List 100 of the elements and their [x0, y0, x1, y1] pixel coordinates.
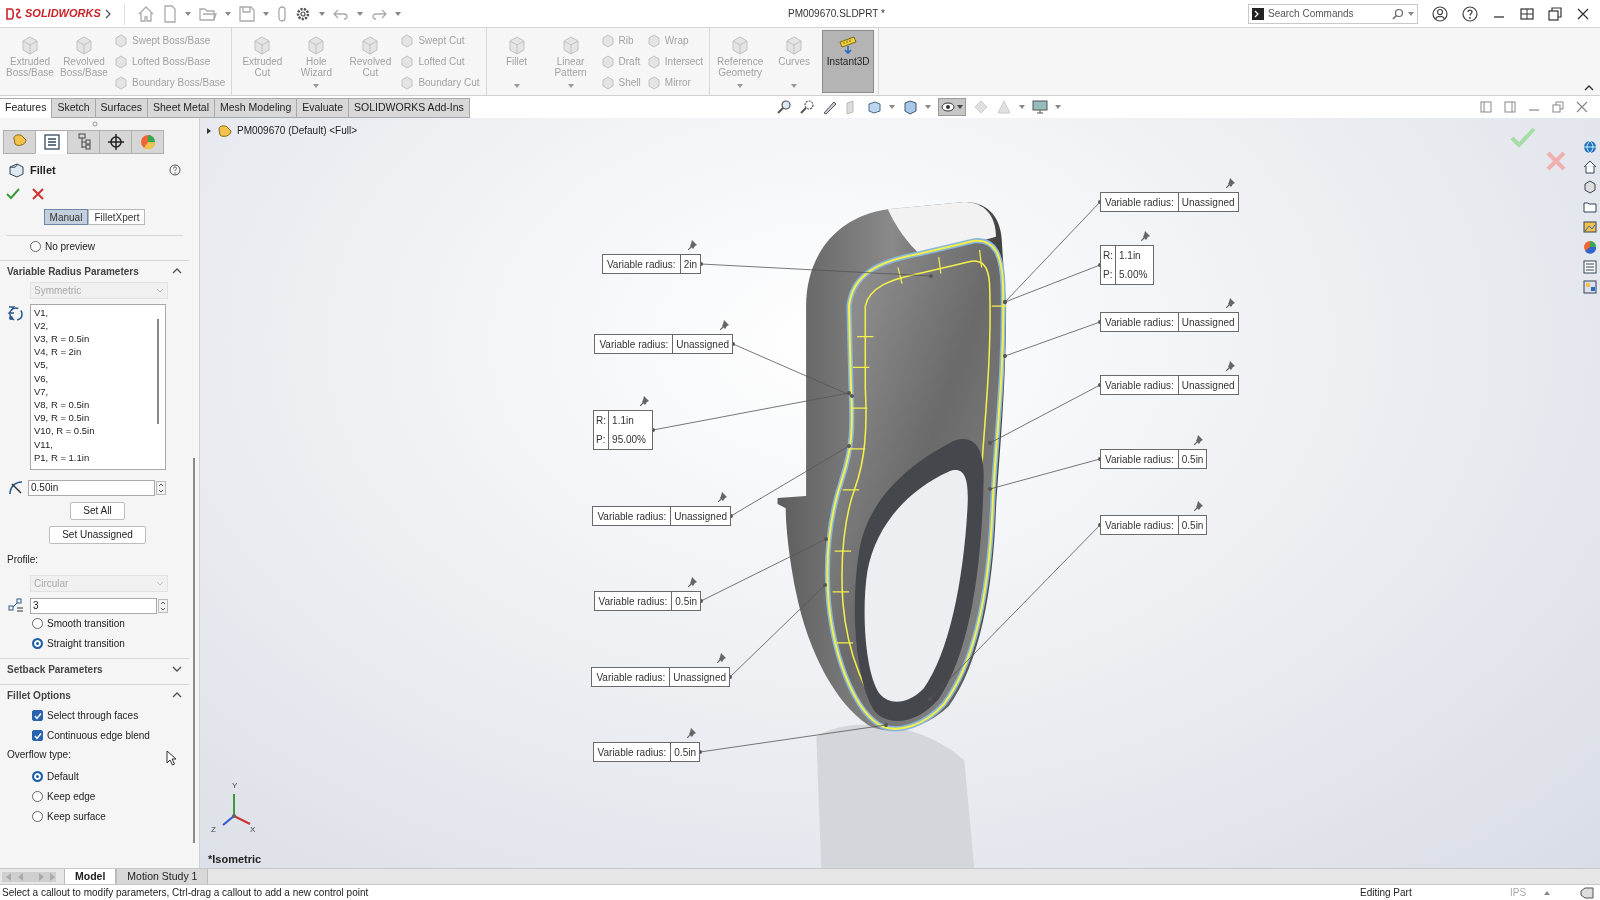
pin-icon[interactable]	[1225, 297, 1236, 308]
panel-right-icon[interactable]	[1504, 101, 1516, 113]
tab[interactable]: SOLIDWORKS Add-Ins	[348, 98, 470, 118]
panel-left-icon[interactable]	[1480, 101, 1492, 113]
hide-show-button[interactable]	[937, 98, 966, 116]
panel-tab[interactable]	[99, 130, 132, 154]
search-bar[interactable]: Search Commands	[1248, 3, 1418, 24]
radio-button[interactable]	[32, 618, 43, 629]
cube-icon[interactable]	[1583, 180, 1597, 194]
scrollbar-thumb[interactable]	[193, 458, 195, 843]
callout-value[interactable]: 2in	[679, 255, 700, 273]
list-item[interactable]: V2,	[34, 318, 165, 332]
action-button[interactable]: Set Unassigned	[49, 525, 146, 544]
callout-value[interactable]: Unassigned	[670, 507, 730, 525]
tab[interactable]: Mesh Modeling	[214, 98, 298, 118]
open-folder-icon[interactable]	[199, 5, 217, 22]
mode-tab[interactable]: FilletXpert	[88, 208, 146, 225]
callout-value[interactable]: 5.00%	[1115, 265, 1154, 284]
list-item[interactable]: V6,	[34, 371, 165, 385]
callout-value[interactable]: Unassigned	[1177, 376, 1238, 394]
radio-button[interactable]	[30, 241, 41, 252]
help-icon[interactable]	[1462, 5, 1478, 22]
folder-icon[interactable]	[1583, 200, 1597, 214]
callout-value[interactable]: Unassigned	[672, 335, 732, 353]
zoom-icon[interactable]	[775, 99, 792, 115]
close-icon[interactable]	[1576, 6, 1590, 21]
gallery-icon[interactable]	[1583, 280, 1597, 294]
caret-icon[interactable]	[1408, 11, 1414, 16]
user-icon[interactable]	[1432, 5, 1448, 22]
pin-icon[interactable]	[688, 576, 698, 587]
pin-icon[interactable]	[1141, 230, 1152, 241]
pin-icon[interactable]	[1225, 177, 1236, 188]
undo-icon[interactable]	[333, 7, 349, 20]
caret-icon[interactable]	[185, 11, 191, 16]
pin-icon[interactable]	[688, 239, 698, 250]
tab[interactable]: Sheet Metal	[147, 98, 216, 118]
callout-value[interactable]: 0.5in	[1177, 450, 1207, 468]
search-field[interactable]: Search Commands	[1268, 6, 1388, 21]
tab[interactable]: Sketch	[51, 98, 96, 118]
action-button[interactable]: Set All	[70, 501, 125, 520]
chevron-up-icon[interactable]	[172, 691, 182, 699]
list-item[interactable]: V5,	[34, 358, 165, 372]
list-item[interactable]: V8, R = 0.5in	[34, 397, 165, 412]
section-title[interactable]: Setback Parameters	[7, 661, 103, 677]
grip-icon[interactable]	[91, 121, 98, 127]
pin-icon[interactable]	[720, 319, 730, 330]
callout-value[interactable]: Unassigned	[1177, 193, 1238, 211]
settings-icon[interactable]	[295, 5, 311, 22]
caret-icon[interactable]	[357, 11, 363, 16]
callout-value[interactable]: Unassigned	[1177, 313, 1238, 331]
list-item[interactable]: V7,	[34, 384, 165, 398]
panel-tab[interactable]	[35, 130, 68, 154]
home-icon[interactable]	[1583, 160, 1597, 174]
pin-icon[interactable]	[687, 727, 697, 738]
radio-button[interactable]	[32, 771, 43, 782]
callout-value[interactable]: 1.1in	[1115, 246, 1147, 265]
pin-icon[interactable]	[1194, 500, 1205, 511]
list-item[interactable]: P1, R = 1.1in	[34, 450, 165, 464]
expand-arrow-icon[interactable]	[206, 126, 212, 135]
search-icon[interactable]	[1392, 7, 1404, 20]
tile-icon[interactable]	[1520, 6, 1534, 21]
radius-field[interactable]: 0.50in	[28, 479, 155, 496]
caret-icon[interactable]	[1018, 105, 1025, 109]
pencil-view-icon[interactable]	[821, 99, 838, 115]
color-wheel-icon[interactable]	[1583, 240, 1597, 254]
instances-field[interactable]: 3	[30, 597, 157, 614]
collapse-icon[interactable]	[1584, 84, 1594, 91]
checkbox[interactable]	[32, 730, 43, 741]
picture-icon[interactable]	[1583, 220, 1597, 234]
list-item[interactable]: V3, R = 0.5in	[34, 331, 165, 346]
chevron-down-icon[interactable]	[172, 665, 182, 673]
section-title[interactable]: Variable Radius Parameters	[7, 263, 139, 279]
caret-icon[interactable]	[1054, 105, 1061, 109]
pin-icon[interactable]	[717, 652, 727, 663]
list-item[interactable]: V1,	[34, 305, 165, 319]
caret-icon[interactable]	[225, 11, 231, 16]
pin-icon[interactable]	[640, 395, 650, 406]
list-item[interactable]: V4, R = 2in	[34, 345, 165, 359]
pin-icon[interactable]	[718, 491, 728, 502]
check-icon[interactable]	[1510, 126, 1536, 148]
radio-button[interactable]	[32, 811, 43, 822]
list-item[interactable]: V9, R = 0.5in	[34, 411, 165, 425]
tab[interactable]: Evaluate	[296, 98, 350, 118]
pin-icon[interactable]	[1225, 360, 1236, 371]
callout-value[interactable]: 95.00%	[608, 430, 652, 449]
cancel-x-icon[interactable]	[32, 187, 44, 200]
display-style-icon[interactable]	[901, 99, 918, 115]
view-cube-icon[interactable]	[865, 99, 882, 115]
tab[interactable]: Surfaces	[94, 98, 148, 118]
list-icon[interactable]	[1583, 260, 1597, 274]
zoom-area-icon[interactable]	[798, 99, 815, 115]
callout-value[interactable]: 0.5in	[671, 592, 700, 610]
spinner-icon[interactable]	[156, 480, 166, 495]
callout-value[interactable]: Unassigned	[669, 668, 729, 686]
callout-value[interactable]: 0.5in	[670, 743, 699, 761]
monitor-icon[interactable]	[1031, 99, 1048, 115]
ribbon-button[interactable]: Instant3D	[822, 30, 875, 93]
caret-icon[interactable]	[395, 11, 401, 16]
caret-icon[interactable]	[319, 11, 325, 16]
caret-icon[interactable]	[924, 105, 931, 109]
